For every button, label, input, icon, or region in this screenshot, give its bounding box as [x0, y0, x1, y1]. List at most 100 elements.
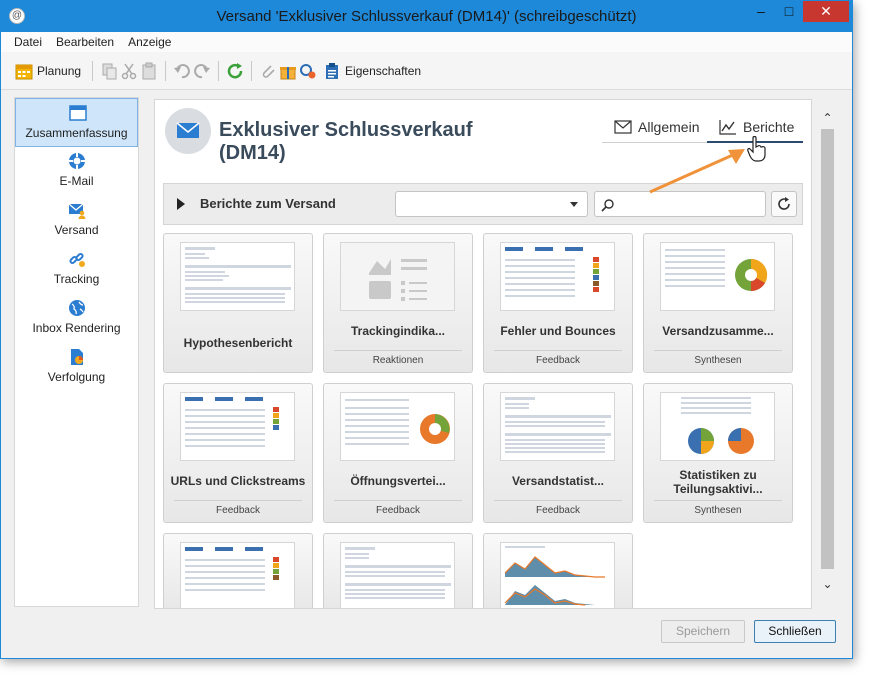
- envelope-icon: [614, 120, 632, 134]
- report-card[interactable]: [323, 533, 473, 608]
- redo-icon[interactable]: [193, 62, 211, 80]
- paste-icon[interactable]: [140, 62, 158, 80]
- page-title: Exklusiver Schlussverkauf (DM14): [219, 119, 473, 164]
- scroll-down-icon[interactable]: ⌄: [821, 577, 834, 591]
- scroll-thumb[interactable]: [821, 129, 834, 569]
- filter-label: Berichte zum Versand: [200, 196, 336, 211]
- report-title: Fehler und Bounces: [500, 324, 616, 338]
- delivery-avatar: [165, 108, 211, 154]
- sidebar-item-zusammenfassung[interactable]: Zusammenfassung: [15, 98, 138, 147]
- close-icon[interactable]: ✕: [803, 1, 849, 22]
- toolbar-divider: [165, 60, 167, 81]
- refresh-button[interactable]: [771, 191, 797, 217]
- report-category: Synthesen: [694, 355, 742, 366]
- sidebar-item-label: Zusammenfassung: [25, 126, 128, 140]
- title-bar[interactable]: @ Versand 'Exklusiver Schlussverkauf (DM…: [1, 1, 852, 32]
- menu-bearbeiten[interactable]: Bearbeiten: [56, 35, 114, 49]
- close-button[interactable]: Schließen: [754, 620, 836, 643]
- calendar-icon: [15, 64, 33, 79]
- report-thumbnail: [340, 242, 455, 311]
- copy-icon[interactable]: [100, 62, 118, 80]
- toolbar-divider: [218, 60, 220, 81]
- card-divider: [334, 350, 462, 351]
- sidebar-item-label: Versand: [54, 223, 99, 237]
- sidebar-item-verfolgung[interactable]: Verfolgung: [15, 343, 138, 392]
- envelope-user-icon: [68, 203, 86, 219]
- report-category-select[interactable]: [395, 191, 588, 217]
- planung-button[interactable]: Planung: [11, 59, 85, 83]
- report-thumbnail: [180, 242, 295, 311]
- report-category: Feedback: [536, 505, 580, 516]
- report-card[interactable]: Hypothesenbericht: [163, 233, 313, 373]
- scroll-up-icon[interactable]: ⌃: [821, 111, 834, 125]
- window-icon: [69, 105, 87, 121]
- report-title: Hypothesenbericht: [183, 336, 293, 350]
- card-divider: [174, 500, 302, 501]
- report-thumbnail: [180, 392, 295, 461]
- report-thumbnail: [500, 242, 615, 311]
- save-button[interactable]: Speichern: [661, 620, 745, 643]
- hand-cursor-icon: [747, 136, 766, 162]
- report-thumbnail: [660, 242, 775, 311]
- report-thumbnail: [500, 542, 615, 608]
- sidebar-item-label: Verfolgung: [47, 370, 106, 384]
- report-card[interactable]: URLs und Clickstreams Feedback: [163, 383, 313, 523]
- report-thumbnail: [340, 392, 455, 461]
- document-chart-icon: [71, 349, 83, 365]
- report-thumbnail: [340, 542, 455, 608]
- report-card[interactable]: Fehler und Bounces Feedback: [483, 233, 633, 373]
- report-title: URLs und Clickstreams: [170, 474, 306, 488]
- vertical-scrollbar[interactable]: ⌃ ⌄: [819, 97, 836, 607]
- lifebuoy-icon: [69, 153, 85, 169]
- report-card[interactable]: Versandstatist... Feedback: [483, 383, 633, 523]
- maximize-icon[interactable]: □: [775, 1, 803, 22]
- report-card[interactable]: [163, 533, 313, 608]
- link-settings-icon[interactable]: [299, 62, 317, 80]
- undo-icon[interactable]: [173, 62, 191, 80]
- expand-arrow-icon[interactable]: [177, 198, 185, 210]
- globe-icon: [69, 300, 85, 316]
- sidebar-item-tracking[interactable]: Tracking: [15, 245, 138, 294]
- search-icon: [601, 199, 614, 212]
- minimize-icon[interactable]: –: [747, 1, 775, 22]
- report-card[interactable]: Öffnungsvertei... Feedback: [323, 383, 473, 523]
- refresh-icon: [778, 197, 790, 210]
- cut-icon[interactable]: [120, 62, 138, 80]
- sidebar-item-versand[interactable]: Versand: [15, 196, 138, 245]
- link-icon: [69, 252, 85, 267]
- report-category: Feedback: [536, 355, 580, 366]
- toolbar-divider: [92, 60, 94, 81]
- report-card[interactable]: Versandzusamme... Synthesen: [643, 233, 793, 373]
- eigenschaften-button[interactable]: Eigenschaften: [319, 59, 425, 83]
- menu-anzeige[interactable]: Anzeige: [128, 35, 171, 49]
- chevron-down-icon: [570, 202, 578, 207]
- sidebar-item-label: Inbox Rendering: [32, 321, 121, 335]
- sidebar: Zusammenfassung E-Mail Versand Tracking …: [14, 97, 139, 607]
- report-thumbnail: [500, 392, 615, 461]
- clipboard-icon: [326, 62, 339, 79]
- report-card[interactable]: [483, 533, 633, 608]
- report-category: Feedback: [376, 505, 420, 516]
- report-grid: Hypothesenbericht Trackingindika... Reak…: [163, 233, 803, 608]
- report-card[interactable]: Statistiken zu Teilungsaktivi... Synthes…: [643, 383, 793, 523]
- sidebar-item-email[interactable]: E-Mail: [15, 147, 138, 196]
- sidebar-item-label: Tracking: [53, 272, 100, 286]
- report-title: Öffnungsvertei...: [350, 474, 446, 488]
- report-category: Synthesen: [694, 505, 742, 516]
- report-card[interactable]: Trackingindika... Reaktionen: [323, 233, 473, 373]
- sidebar-item-inbox-rendering[interactable]: Inbox Rendering: [15, 294, 138, 343]
- report-placeholder-icon: [369, 259, 427, 301]
- window-title: Versand 'Exklusiver Schlussverkauf (DM14…: [216, 8, 637, 25]
- menu-datei[interactable]: Datei: [14, 35, 42, 49]
- attachment-icon[interactable]: [259, 62, 277, 80]
- envelope-icon: [176, 122, 200, 138]
- report-category: Feedback: [216, 505, 260, 516]
- toolbar: Planung Eigenschaften: [1, 52, 852, 90]
- menu-bar: Datei Bearbeiten Anzeige: [1, 32, 852, 52]
- gift-icon[interactable]: [279, 62, 297, 80]
- card-divider: [654, 350, 782, 351]
- sidebar-item-label: E-Mail: [59, 174, 94, 188]
- planung-label: Planung: [37, 63, 82, 78]
- refresh-icon[interactable]: [226, 62, 244, 80]
- card-divider: [334, 500, 462, 501]
